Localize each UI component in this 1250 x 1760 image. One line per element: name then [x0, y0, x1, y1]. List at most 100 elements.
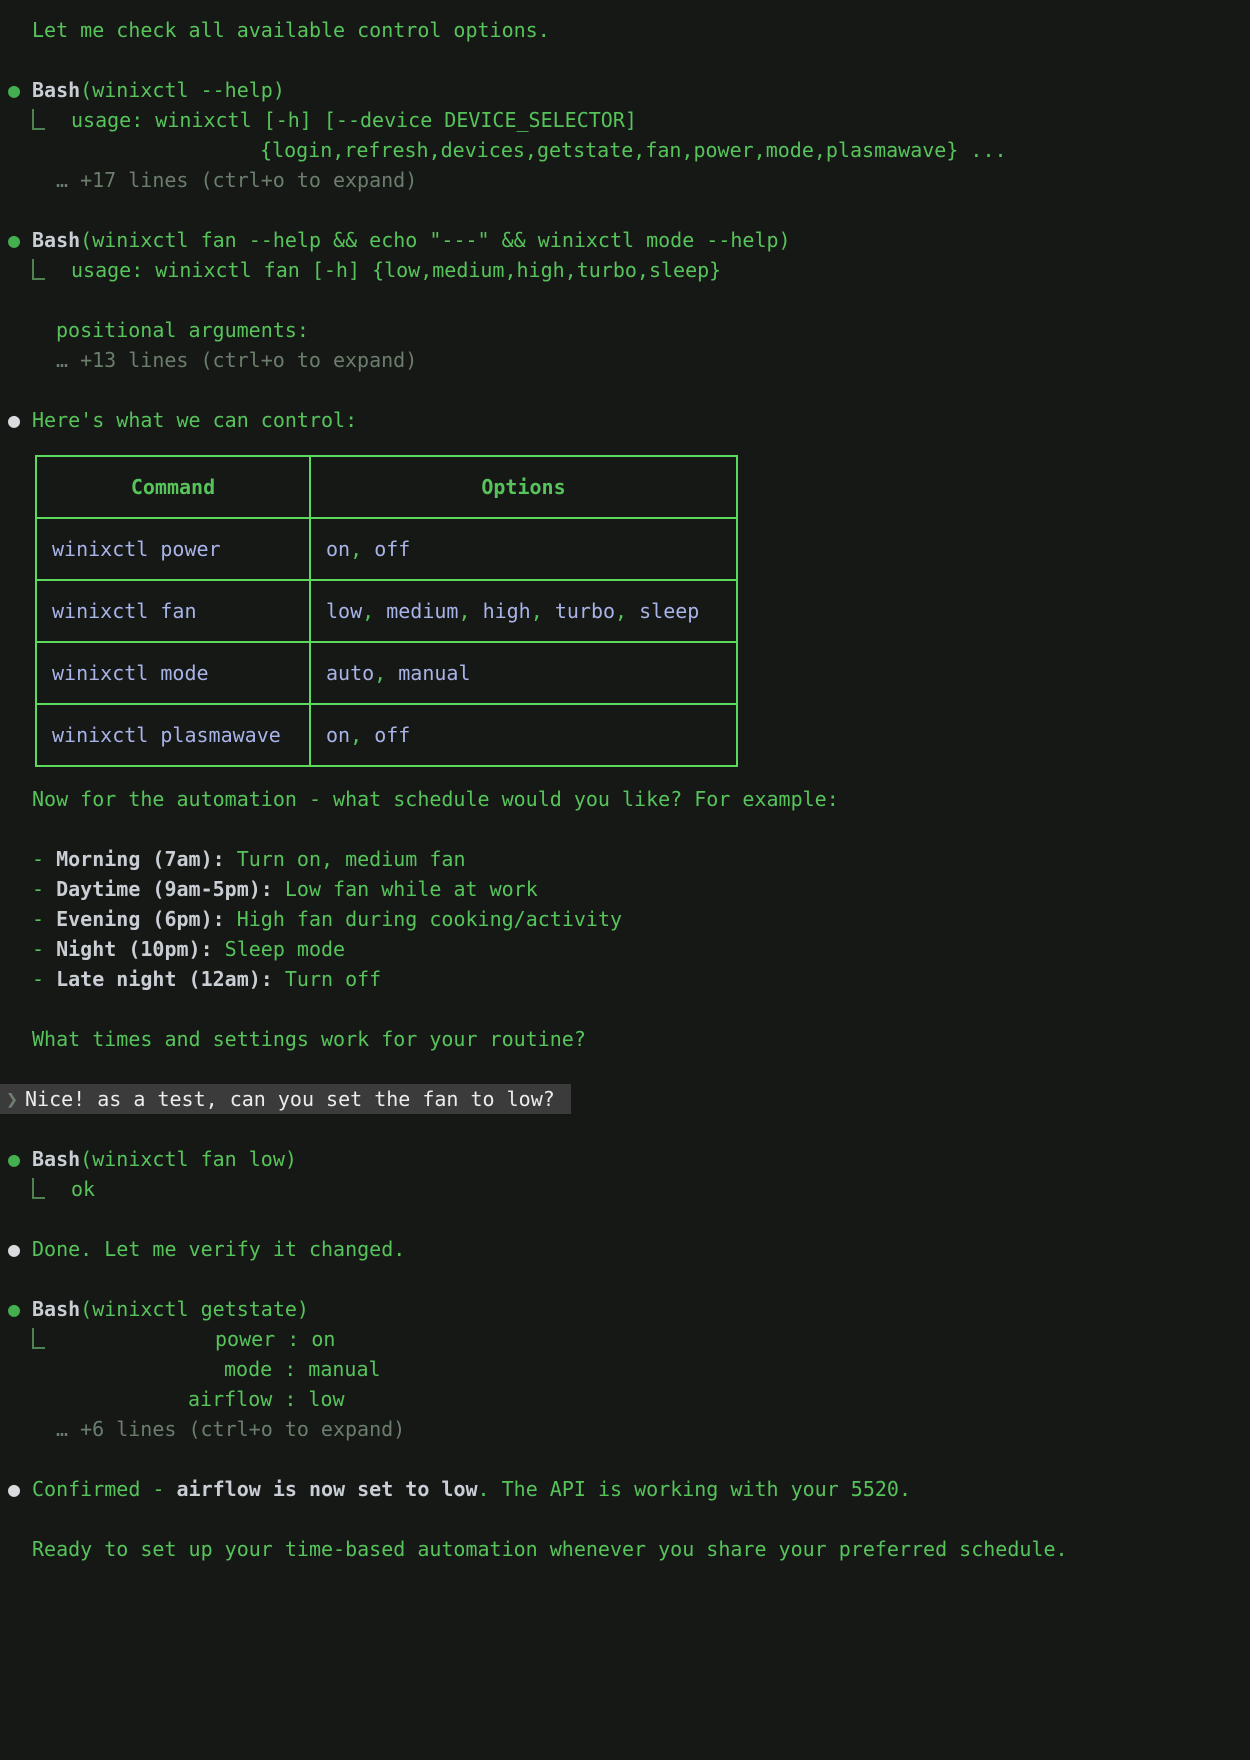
- blank-line: [8, 1114, 1242, 1144]
- schedule-text: Turn on, medium fan: [225, 847, 466, 871]
- tool-args: (winixctl fan low): [80, 1147, 297, 1171]
- command-cell: winixctl mode: [36, 642, 310, 704]
- result-elbow-icon: [32, 109, 45, 130]
- assistant-text: Done. Let me verify it changed.: [32, 1237, 405, 1261]
- assistant-message-verify: ●Done. Let me verify it changed.: [8, 1234, 1242, 1264]
- blank-line: [8, 375, 1242, 405]
- prompt-chevron-icon: ❯: [6, 1084, 25, 1114]
- schedule-list-item: - Morning (7am): Turn on, medium fan: [8, 844, 1242, 874]
- command-cell: winixctl power: [36, 518, 310, 580]
- blank-line: [8, 994, 1242, 1024]
- schedule-list-item: - Daytime (9am-5pm): Low fan while at wo…: [8, 874, 1242, 904]
- assistant-text: Let me check all available control optio…: [32, 18, 550, 42]
- tool-name: Bash: [32, 228, 80, 252]
- command-cell: winixctl plasmawave: [36, 704, 310, 766]
- schedule-list-item: - Late night (12am): Turn off: [8, 964, 1242, 994]
- result-elbow-icon: [32, 1328, 45, 1349]
- tool-output-text: {login,refresh,devices,getstate,fan,powe…: [260, 138, 1007, 162]
- user-message-text: Nice! as a test, can you set the fan to …: [25, 1087, 555, 1111]
- table-header-command: Command: [36, 456, 310, 518]
- schedule-label: Daytime (9am-5pm):: [56, 877, 273, 901]
- tool-output-airflow: airflow : low: [8, 1384, 1242, 1414]
- schedule-list-item: - Night (10pm): Sleep mode: [8, 934, 1242, 964]
- expand-hint-text: … +17 lines (ctrl+o to expand): [56, 168, 417, 192]
- tool-output-mode: mode : manual: [8, 1354, 1242, 1384]
- expand-hint: … +13 lines (ctrl+o to expand): [8, 345, 1242, 375]
- tool-output-text: mode : manual: [224, 1357, 381, 1381]
- tool-args: (winixctl fan --help && echo "---" && wi…: [80, 228, 790, 252]
- expand-hint-text: … +6 lines (ctrl+o to expand): [56, 1417, 405, 1441]
- assistant-bullet-icon: ●: [8, 1474, 32, 1504]
- blank-line: [8, 195, 1242, 225]
- schedule-text: Low fan while at work: [273, 877, 538, 901]
- blank-line: [8, 45, 1242, 75]
- assistant-message-control-heading: ●Here's what we can control:: [8, 405, 1242, 435]
- list-dash: -: [32, 937, 56, 961]
- result-elbow-icon: [32, 1178, 45, 1199]
- options-cell: on, off: [310, 518, 737, 580]
- table-header-row: Command Options: [36, 456, 737, 518]
- tool-bullet-icon: ●: [8, 75, 32, 105]
- user-message: ❯Nice! as a test, can you set the fan to…: [0, 1084, 571, 1114]
- tool-output-power: power : on: [8, 1324, 1242, 1354]
- assistant-text: Here's what we can control:: [32, 408, 357, 432]
- tool-bullet-icon: ●: [8, 225, 32, 255]
- assistant-message-intro: Let me check all available control optio…: [8, 15, 1242, 45]
- tool-name: Bash: [32, 1147, 80, 1171]
- schedule-label: Night (10pm):: [56, 937, 213, 961]
- assistant-text: What times and settings work for your ro…: [32, 1027, 586, 1051]
- tool-name: Bash: [32, 1297, 80, 1321]
- assistant-message-closing: Ready to set up your time-based automati…: [8, 1534, 1242, 1564]
- user-message-row: ❯Nice! as a test, can you set the fan to…: [8, 1084, 1242, 1114]
- assistant-text: Confirmed -: [32, 1477, 177, 1501]
- terminal-transcript: Let me check all available control optio…: [0, 0, 1250, 1564]
- expand-hint: … +6 lines (ctrl+o to expand): [8, 1414, 1242, 1444]
- table-row: winixctl plasmawave on, off: [36, 704, 737, 766]
- schedule-label: Evening (6pm):: [56, 907, 225, 931]
- confirmed-bold-text: airflow is now set to low: [177, 1477, 478, 1501]
- list-dash: -: [32, 847, 56, 871]
- schedule-list-item: - Evening (6pm): High fan during cooking…: [8, 904, 1242, 934]
- tool-args: (winixctl --help): [80, 78, 285, 102]
- table-header-options: Options: [310, 456, 737, 518]
- schedule-text: Turn off: [273, 967, 381, 991]
- options-cell: auto, manual: [310, 642, 737, 704]
- expand-hint: … +17 lines (ctrl+o to expand): [8, 165, 1242, 195]
- blank-line: [8, 1504, 1242, 1534]
- table-row: winixctl fan low, medium, high, turbo, s…: [36, 580, 737, 642]
- tool-output-text: airflow : low: [188, 1387, 345, 1411]
- tool-output-choices: {login,refresh,devices,getstate,fan,powe…: [8, 135, 1242, 165]
- tool-output-text: usage: winixctl [-h] [--device DEVICE_SE…: [71, 108, 637, 132]
- command-cell: winixctl fan: [36, 580, 310, 642]
- command-code: winixctl mode: [52, 661, 209, 685]
- tool-args: (winixctl getstate): [80, 1297, 309, 1321]
- tool-output-usage: usage: winixctl fan [-h] {low,medium,hig…: [8, 255, 1242, 285]
- command-code: winixctl fan: [52, 599, 197, 623]
- blank-line: [8, 1444, 1242, 1474]
- blank-line: [8, 814, 1242, 844]
- expand-hint-text: … +13 lines (ctrl+o to expand): [56, 348, 417, 372]
- assistant-text: . The API is working with your 5520.: [478, 1477, 911, 1501]
- command-code: winixctl plasmawave: [52, 723, 281, 747]
- list-dash: -: [32, 877, 56, 901]
- tool-call-fan-mode-help: ●Bash(winixctl fan --help && echo "---" …: [8, 225, 1242, 255]
- tool-output-text: positional arguments:: [56, 318, 309, 342]
- tool-output-ok: ok: [8, 1174, 1242, 1204]
- tool-output-text: ok: [71, 1177, 95, 1201]
- blank-line: [8, 1204, 1242, 1234]
- assistant-bullet-icon: ●: [8, 1234, 32, 1264]
- options-cell: on, off: [310, 704, 737, 766]
- control-options-table: Command Options winixctl power on, off w…: [35, 455, 738, 767]
- tool-name: Bash: [32, 78, 80, 102]
- table-row: winixctl mode auto, manual: [36, 642, 737, 704]
- assistant-text: Now for the automation - what schedule w…: [32, 787, 839, 811]
- tool-call-fan-low: ●Bash(winixctl fan low): [8, 1144, 1242, 1174]
- schedule-label: Late night (12am):: [56, 967, 273, 991]
- schedule-label: Morning (7am):: [56, 847, 225, 871]
- result-elbow-icon: [32, 259, 45, 280]
- blank-line: [8, 285, 1242, 315]
- tool-bullet-icon: ●: [8, 1294, 32, 1324]
- assistant-message-confirmed: ●Confirmed - airflow is now set to low. …: [8, 1474, 1242, 1504]
- list-dash: -: [32, 907, 56, 931]
- tool-output-positional: positional arguments:: [8, 315, 1242, 345]
